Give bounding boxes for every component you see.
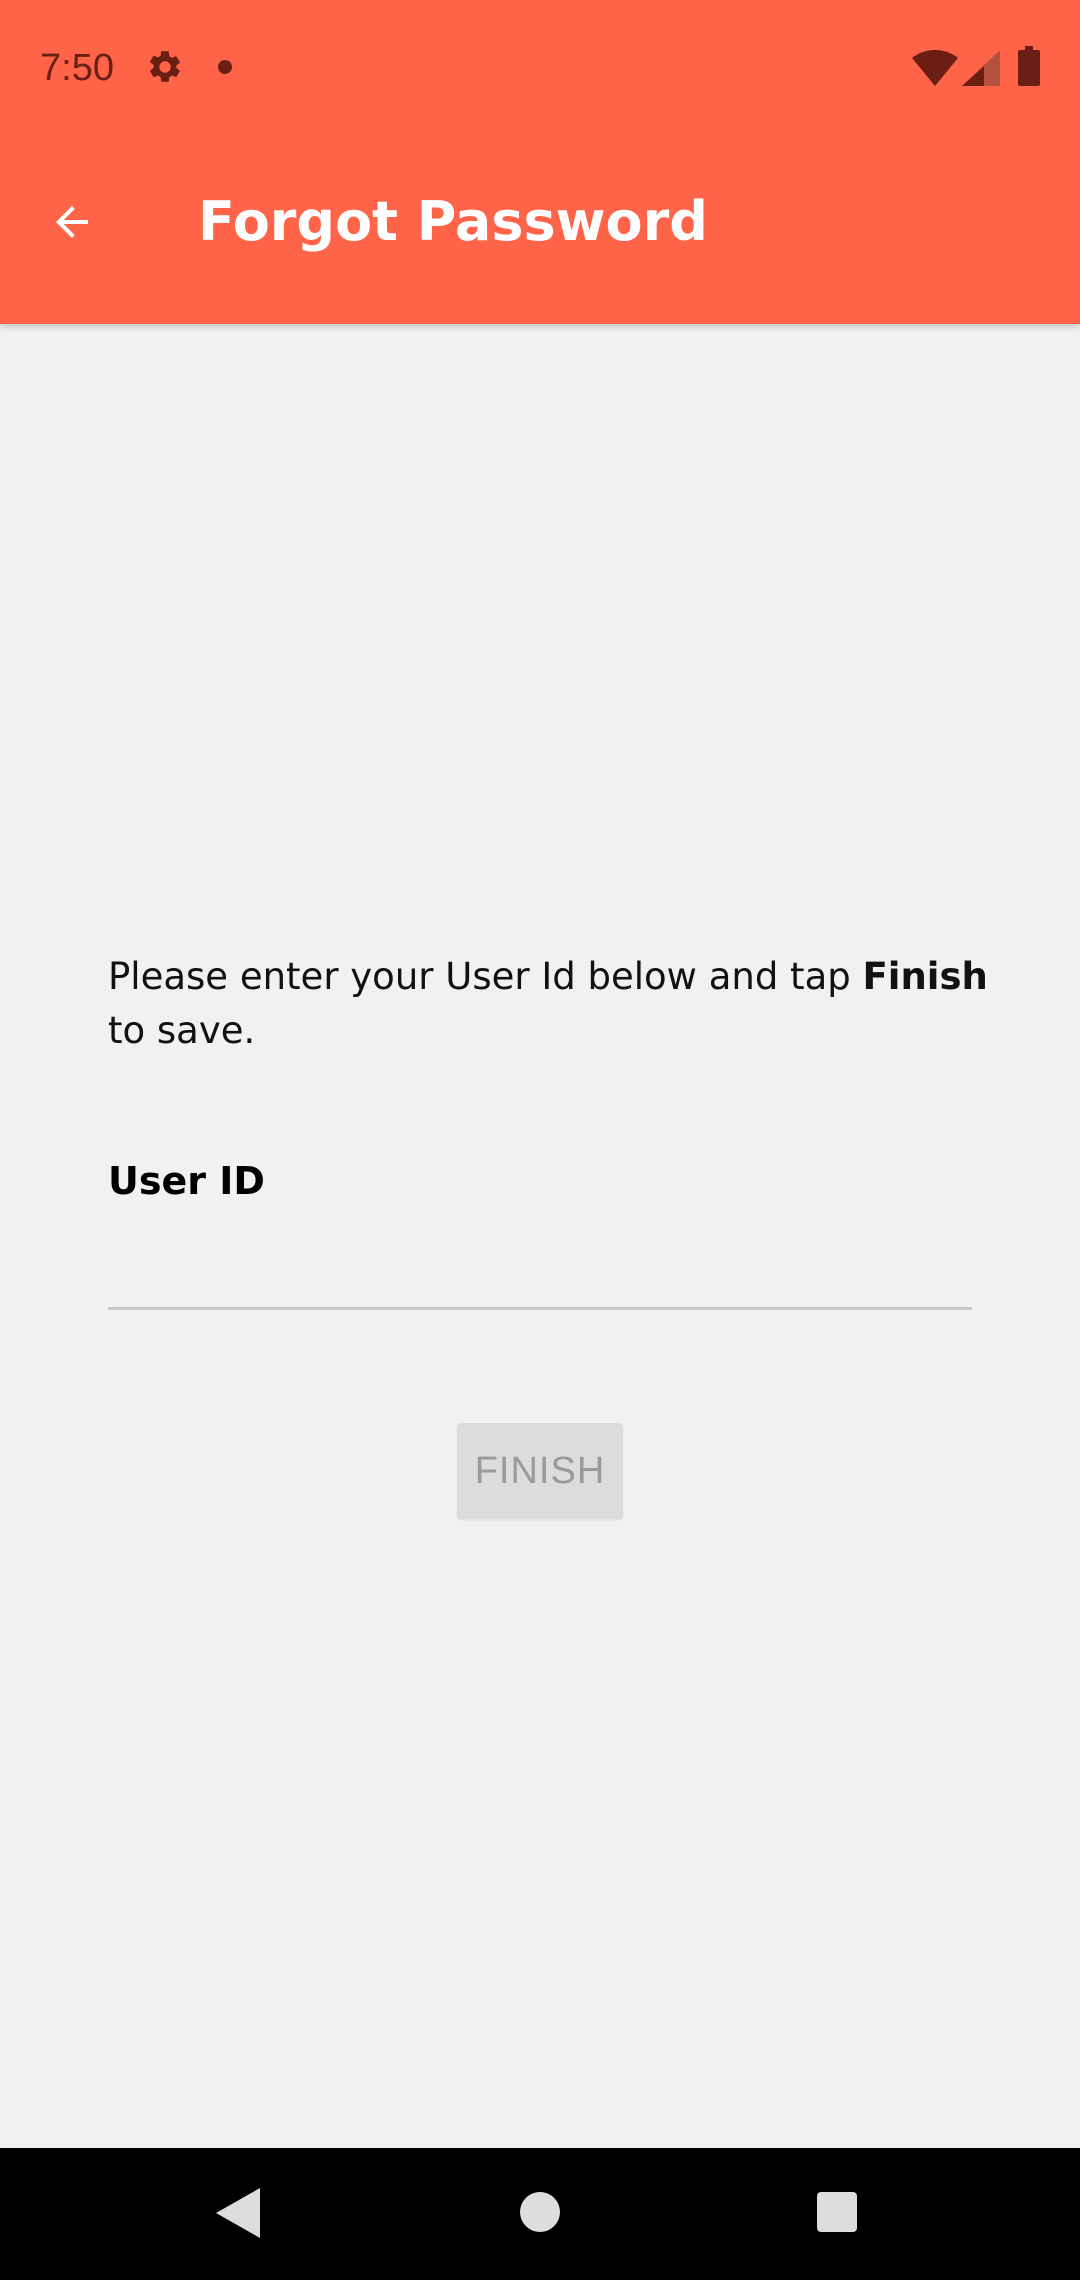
navigation-bar [0,2148,1080,2280]
wifi-icon [912,50,958,86]
instructions-text-start: Please enter your User Id below and tap [108,955,863,998]
finish-button[interactable]: FINISH [457,1423,623,1519]
status-bar: 7:50 [0,0,1080,130]
notification-dot-icon [218,60,232,74]
signal-icon [962,50,1000,86]
arrow-left-icon [56,206,88,238]
gear-icon [150,51,180,82]
battery-icon [1018,46,1040,86]
status-time: 7:50 [40,47,114,89]
page-title: Forgot Password [198,190,708,253]
home-circle-icon[interactable] [520,2192,560,2232]
instructions-text: Please enter your User Id below and tap … [108,950,988,1058]
recents-square-icon[interactable] [817,2192,857,2232]
back-triangle-icon[interactable] [216,2188,260,2238]
back-button[interactable] [30,180,114,264]
app-bar: Forgot Password [0,130,1080,324]
user-id-label: User ID [108,1159,265,1203]
user-id-input[interactable] [108,1230,972,1310]
instructions-finish-emphasis: Finish [862,955,988,998]
instructions-text-end: to save. [108,1009,256,1052]
